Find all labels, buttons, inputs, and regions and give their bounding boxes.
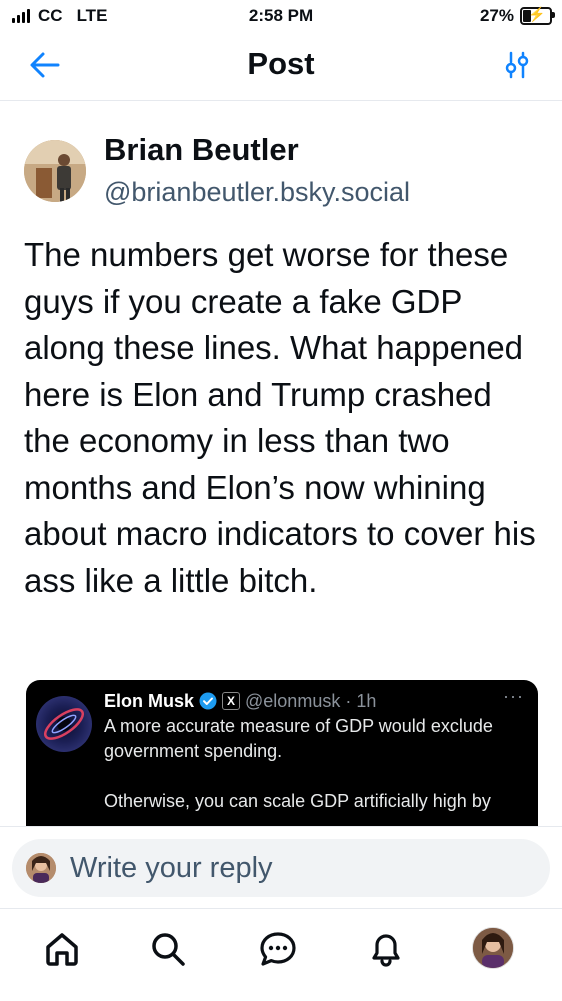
embed-handle: @elonmusk [245, 691, 341, 711]
embed-paragraph-1: A more accurate measure of GDP would exc… [104, 716, 493, 761]
reply-area: Write your reply [0, 826, 562, 909]
embed-avatar [36, 696, 92, 752]
embedded-image[interactable]: Elon Musk X @elonmusk · 1h ··· A more ac… [26, 680, 538, 830]
reply-avatar [26, 853, 56, 883]
x-logo-icon: X [222, 692, 241, 710]
search-icon [152, 933, 185, 966]
battery-percent: 27% [479, 6, 514, 25]
status-bar: CC LTE 2:58 PM 27% ⚡ [0, 0, 562, 34]
embed-author-name: Elon Musk [104, 691, 195, 711]
bottom-nav [0, 908, 562, 1001]
battery-icon: ⚡ [520, 6, 555, 25]
post-header: Post [0, 34, 562, 101]
nav-chat[interactable] [258, 929, 298, 969]
embed-header: Elon Musk X @elonmusk · 1h [104, 688, 376, 714]
embed-text: A more accurate measure of GDP would exc… [104, 714, 534, 830]
status-right: 27% ⚡ [479, 6, 555, 26]
nav-search[interactable] [148, 929, 188, 969]
page-title: Post [247, 46, 315, 81]
post-text: The numbers get worse for these guys if … [24, 236, 536, 599]
embed-paragraph-2: Otherwise, you can scale GDP artificiall… [104, 791, 491, 811]
verified-badge-icon [199, 692, 217, 710]
bell-icon [372, 934, 400, 967]
reply-placeholder: Write your reply [70, 852, 273, 884]
nav-home[interactable] [42, 929, 82, 969]
author-avatar[interactable] [24, 140, 86, 202]
status-time: 2:58 PM [248, 6, 314, 25]
home-icon [46, 933, 78, 966]
sliders-icon [505, 51, 529, 79]
profile-avatar[interactable] [472, 927, 514, 969]
thread-settings-button[interactable] [502, 50, 532, 80]
nav-notifications[interactable] [366, 929, 406, 969]
embed-more-icon: ··· [503, 686, 524, 706]
embed-time: · 1h [345, 691, 377, 711]
author-name[interactable]: Brian Beutler [104, 130, 299, 170]
reply-input[interactable]: Write your reply [12, 839, 550, 897]
chat-icon [260, 932, 296, 966]
author-handle[interactable]: @brianbeutler.bsky.social [104, 174, 410, 210]
